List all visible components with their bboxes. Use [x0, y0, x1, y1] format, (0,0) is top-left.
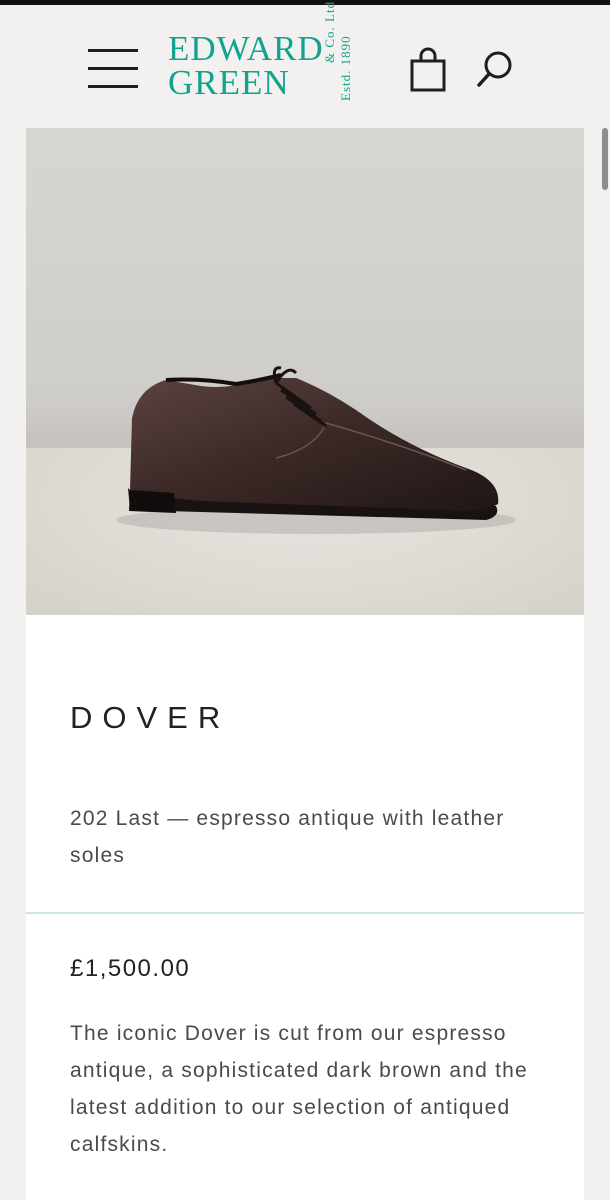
product-title: DOVER [70, 700, 231, 735]
shoe-illustration [116, 366, 516, 534]
product-description: The iconic Dover is cut from our espress… [70, 1022, 528, 1156]
brand-logo[interactable]: EDWARD GREEN & Co. Ltd. Estd. 1890 [168, 0, 374, 103]
product-image[interactable] [26, 128, 584, 615]
hamburger-menu-icon[interactable] [88, 49, 138, 89]
brand-line2: GREEN [168, 63, 290, 102]
product-price: £1,500.00 [70, 955, 191, 982]
product-subtitle: 202 Last — espresso antique with leather… [70, 807, 505, 867]
brand-vertical-established: Estd. 1890 [338, 35, 353, 101]
site-header: EDWARD GREEN & Co. Ltd. Estd. 1890 [0, 0, 610, 123]
brand-vertical-company: & Co. Ltd. [322, 0, 337, 63]
brand-line1: EDWARD [168, 29, 324, 68]
shopping-bag-icon[interactable] [409, 47, 447, 93]
scrollbar-thumb[interactable] [602, 128, 608, 190]
search-icon[interactable] [474, 47, 518, 93]
